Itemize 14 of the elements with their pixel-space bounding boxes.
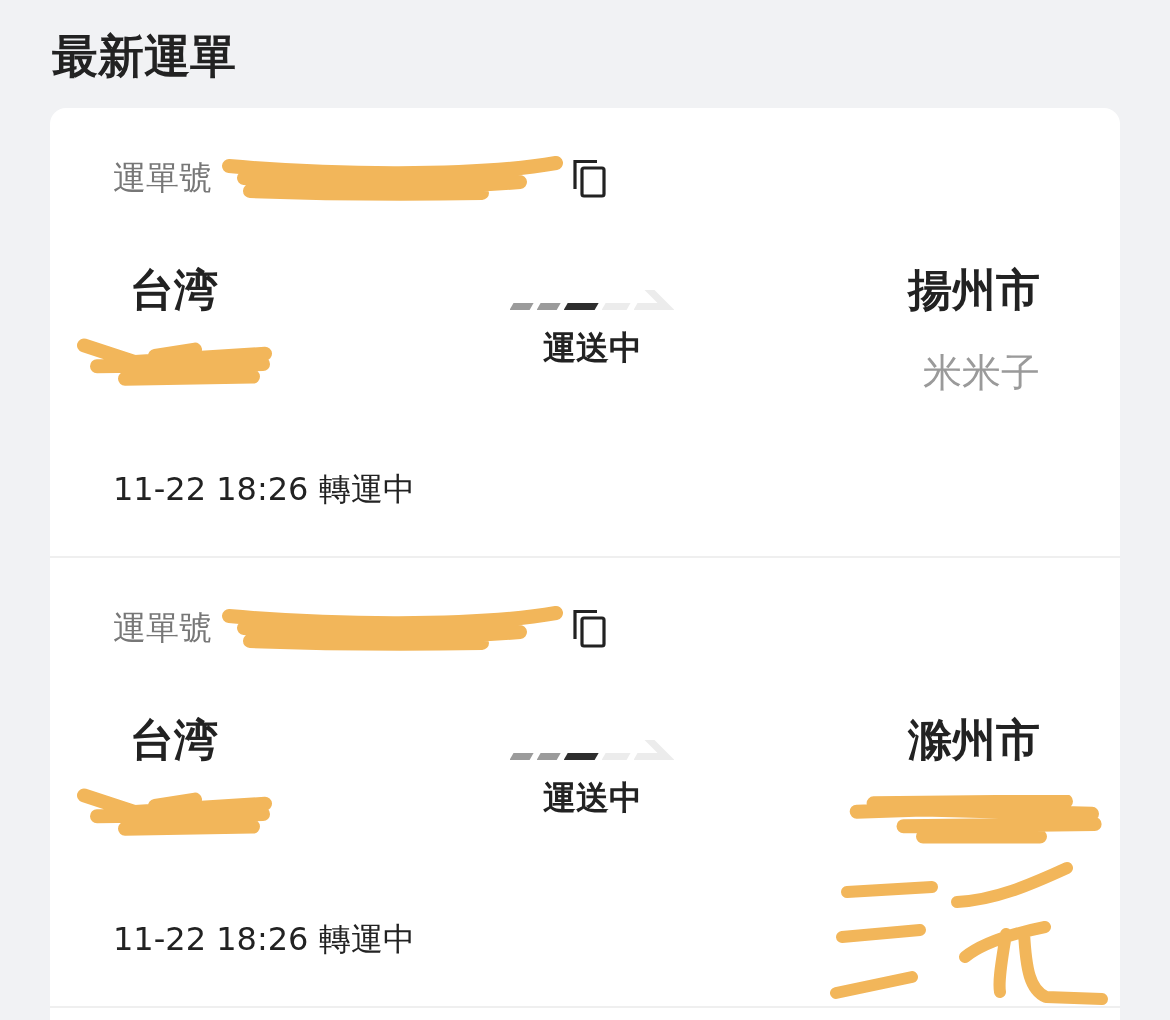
latest-update: 11-22 18:26 轉運中 bbox=[113, 919, 415, 959]
origin-city: 台湾 bbox=[130, 716, 218, 764]
tracking-label: 運單號 bbox=[113, 608, 212, 648]
tracking-label: 運單號 bbox=[113, 158, 212, 198]
latest-update: 11-22 18:26 轉運中 bbox=[113, 469, 415, 509]
destination-city: 滁州市 bbox=[908, 716, 1040, 764]
copy-icon[interactable] bbox=[572, 608, 606, 648]
recipient-name: 米米子 bbox=[923, 350, 1040, 396]
status-label: 運送中 bbox=[542, 328, 642, 368]
page-title: 最新運單 bbox=[51, 28, 236, 85]
origin-city: 台湾 bbox=[130, 266, 218, 314]
destination-city: 揚州市 bbox=[908, 266, 1040, 314]
copy-icon[interactable] bbox=[572, 158, 606, 198]
status-label: 運送中 bbox=[542, 778, 642, 818]
